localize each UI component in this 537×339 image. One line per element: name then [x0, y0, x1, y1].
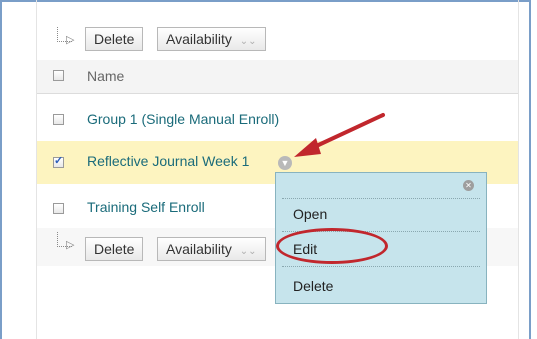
red-arrow-icon — [294, 113, 385, 157]
